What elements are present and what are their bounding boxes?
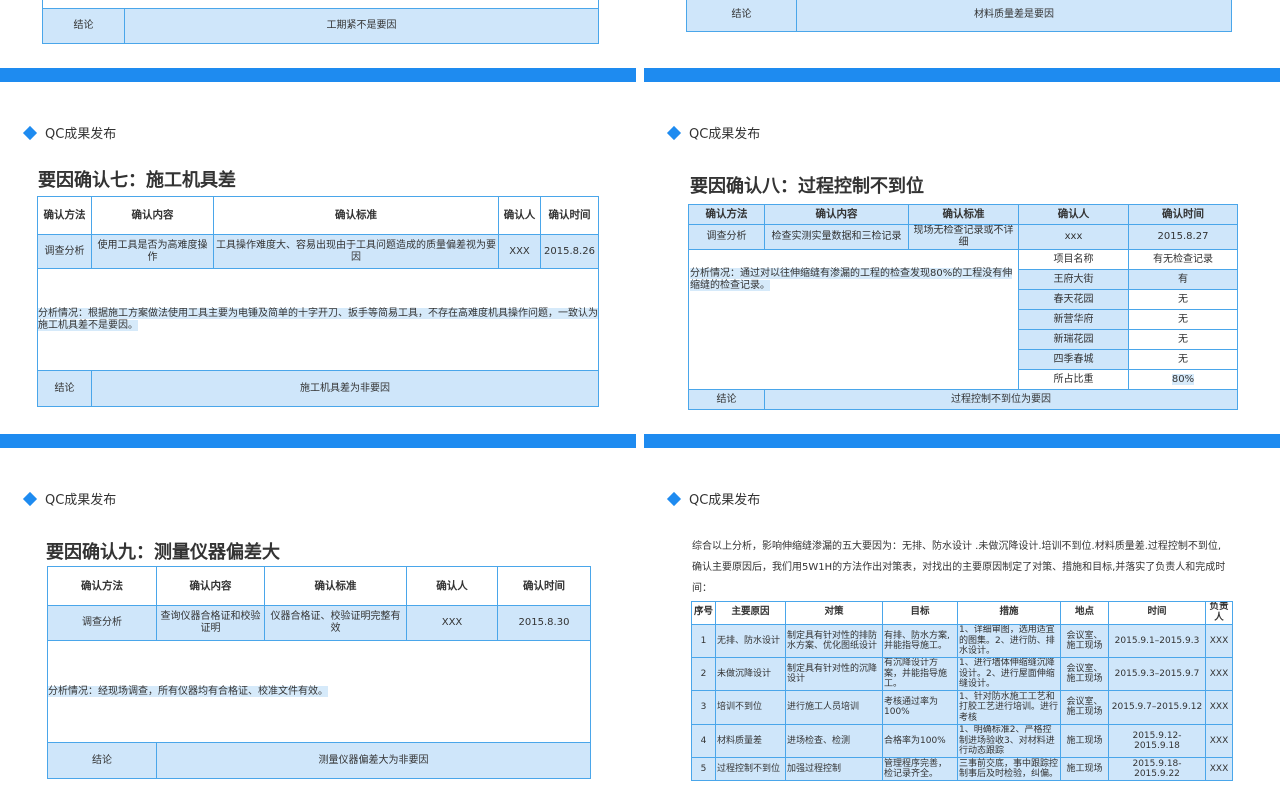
top-right-fragment-table: 结论 材料质量差是要因 (686, 0, 1232, 32)
conclusion-value: 过程控制不到位为要因 (764, 389, 1238, 410)
top-left-fragment-table: 结论 工期紧不是要因 (42, 0, 599, 44)
diamond-icon (22, 125, 38, 140)
conclusion-label: 结论 (688, 389, 765, 410)
conclusion-value: 工期紧不是要因 (124, 7, 599, 44)
slide-header: QC成果发布 (666, 123, 761, 142)
analysis-text: 分析情况：经现场调查，所有仪器均有合格证、校准文件有效。 (48, 685, 328, 697)
confirm-table-7: 确认方法 确认内容 确认标准 确认人 确认时间 调查分析 使用工具是否为高难度操… (37, 196, 599, 407)
conclusion-value: 材料质量差是要因 (796, 0, 1232, 32)
slide-separator-bar (0, 434, 636, 448)
analysis-text: 分析情况：根据施工方案做法使用工具主要为电锤及简单的十字开刀、扳手等简易工具，不… (38, 307, 598, 331)
slide-separator-bar (644, 434, 1280, 448)
slide-separator-bar (0, 68, 636, 82)
slide-title: 要因确认七：施工机具差 (38, 170, 236, 191)
conclusion-label: 结论 (42, 7, 125, 44)
diamond-icon (22, 491, 38, 506)
conclusion-label: 结论 (686, 0, 797, 32)
conclusion-label: 结论 (47, 742, 157, 779)
header-text: QC成果发布 (45, 127, 117, 142)
table-row: 4 材料质量差 进场检查、检测 合格率为100% 1、明确标准2、严格控制进场验… (691, 723, 1233, 758)
slide-separator-bar (644, 68, 1280, 82)
header-text: QC成果发布 (689, 127, 761, 142)
diamond-icon (666, 491, 682, 506)
header-text: QC成果发布 (45, 493, 117, 508)
analysis-text: 分析情况：通过对以往伸缩缝有渗漏的工程的检查发现80%的工程没有伸缩缝的检查记录… (690, 268, 1013, 291)
diamond-icon (666, 125, 682, 140)
summary-text: 综合以上分析，影响伸缩缝渗漏的五大要因为：无排、防水设计 .未做沉降设计.培训不… (692, 541, 1226, 594)
conclusion-value: 施工机具差为非要因 (91, 370, 599, 407)
slide-header: QC成果发布 (22, 489, 117, 508)
conclusion-label: 结论 (37, 370, 92, 407)
confirm-table-8: 确认方法 确认内容 确认标准 确认人 确认时间 调查分析 检查实测实量数据和三检… (688, 204, 1238, 410)
table-row: 5 过程控制不到位 加强过程控制 管理程序完善，检记录齐全。 三事前交底，事中跟… (691, 756, 1233, 781)
slide-header: QC成果发布 (666, 489, 761, 508)
table-row: 2 未做沉降设计 制定具有针对性的沉降设计 有沉降设计方案，并能指导施工。 1、… (691, 656, 1233, 691)
slide-header: QC成果发布 (22, 123, 117, 142)
table-row: 1 无排、防水设计 制定具有针对性的排防水方案、优化图纸设计 有排、防水方案,并… (691, 623, 1233, 658)
slide-title: 要因确认九：测量仪器偏差大 (46, 542, 280, 563)
countermeasure-table: 序号 主要原因 对策 目标 措施 地点 时间 负责人 1 无排、防水设计 制定具… (691, 601, 1233, 781)
table-row: 3 培训不到位 进行施工人员培训 考核通过率为100% 1、针对防水施工工艺和打… (691, 689, 1233, 725)
conclusion-value: 测量仪器偏差大为非要因 (156, 742, 591, 779)
confirm-table-9: 确认方法 确认内容 确认标准 确认人 确认时间 调查分析 查询仪器合格证和校验证… (47, 566, 591, 779)
header-text: QC成果发布 (689, 493, 761, 508)
slide-title: 要因确认八：过程控制不到位 (690, 176, 924, 197)
